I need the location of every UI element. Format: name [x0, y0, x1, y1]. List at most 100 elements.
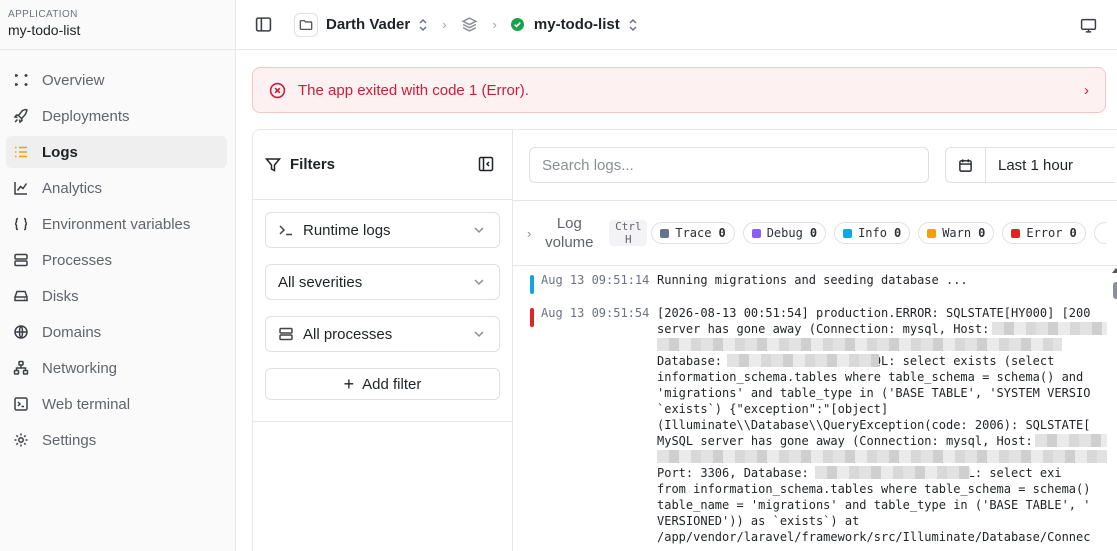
globe-icon [12, 323, 30, 341]
sidebar-item-label: Deployments [42, 107, 130, 125]
log-message-line: MySQL server has gone away (Connection: … [657, 433, 1107, 449]
sidebar: APPLICATION my-todo-list Overview Deploy… [0, 0, 236, 551]
severity-count: 0 [718, 226, 726, 240]
chevron-right-icon: › [442, 17, 447, 32]
redacted-block [657, 338, 1062, 351]
severity-chip-info[interactable]: Info 0 [834, 222, 911, 244]
severity-chip-trace[interactable]: Trace 0 [651, 222, 735, 244]
severity-name: Trace [675, 226, 712, 240]
sidebar-item-label: Logs [42, 143, 78, 161]
app-name: my-todo-list [8, 22, 81, 38]
logs-pane: Last 1 hour › Log volume Ctrl H Trace 0 De… [513, 130, 1117, 551]
sidebar-item-settings[interactable]: Settings [6, 424, 227, 456]
severity-chips: Trace 0 Debug 0 Info 0 Warn 0 Error 0 [651, 222, 1093, 244]
app-root: APPLICATION my-todo-list Overview Deploy… [0, 0, 1117, 551]
main-content: Darth Vader › › my-todo-list The app exi… [236, 0, 1117, 551]
log-message-line: `exists`) {"exception":"[object] [657, 402, 889, 416]
log-volume-toggle[interactable]: Log volume [541, 214, 597, 252]
processes-select[interactable]: All processes [265, 316, 500, 352]
sidebar-toggle-icon[interactable] [254, 16, 272, 34]
filter-icon [265, 157, 281, 172]
severity-chip-debug[interactable]: Debug 0 [742, 222, 827, 244]
chevrons-up-down-icon [418, 18, 428, 32]
error-banner[interactable]: The app exited with code 1 (Error). › [252, 67, 1106, 113]
chevron-right-icon[interactable]: › [527, 226, 531, 241]
redacted-block [657, 450, 1107, 463]
more-chip[interactable] [1093, 222, 1106, 244]
chevron-down-icon [474, 227, 484, 234]
sidebar-item-label: Domains [42, 323, 102, 341]
scroll-up-icon [1112, 268, 1117, 273]
network-icon [12, 359, 30, 377]
log-volume-title-1: Log [556, 215, 582, 232]
log-timestamp: Aug 13 09:51:14 [541, 273, 650, 287]
sidebar-item-disks[interactable]: Disks [6, 280, 227, 312]
log-timestamp: Aug 13 09:51:54 [541, 306, 650, 320]
breadcrumb-app[interactable]: my-todo-list [510, 16, 638, 33]
severity-count: 0 [1069, 226, 1077, 240]
time-range-button[interactable]: Last 1 hour [945, 147, 1115, 183]
sidebar-item-analytics[interactable]: Analytics [6, 172, 227, 204]
severity-swatch [660, 228, 670, 238]
panel-collapse-icon[interactable] [478, 156, 494, 172]
sidebar-item-label: Analytics [42, 179, 103, 197]
sidebar-item-logs[interactable]: Logs [6, 136, 227, 168]
org-name: Darth Vader [326, 16, 411, 33]
runtime-logs-value: Runtime logs [303, 221, 391, 239]
runtime-logs-select[interactable]: Runtime logs [265, 212, 500, 248]
logs-panel: Filters Runtime logs All severities All … [252, 129, 1117, 551]
severity-name: Warn [942, 226, 972, 240]
severity-name: Error [1026, 226, 1063, 240]
calendar-icon [946, 148, 986, 182]
search-input[interactable] [529, 147, 929, 183]
log-severity-bar [530, 275, 534, 294]
filters-header: Filters [253, 130, 512, 200]
sidebar-item-deployments[interactable]: Deployments [6, 100, 227, 132]
scroll-thumb[interactable] [1113, 282, 1117, 299]
app-header[interactable]: APPLICATION my-todo-list [0, 0, 235, 50]
filters-title: Filters [290, 156, 336, 173]
redacted-block [1035, 434, 1107, 447]
list-icon [12, 143, 30, 161]
sidebar-item-domains[interactable]: Domains [6, 316, 227, 348]
log-message-line: Database: , SQL: select exists (select [657, 354, 1055, 368]
redacted-block [727, 354, 879, 367]
app-label: APPLICATION [8, 9, 78, 20]
x-circle-icon [269, 82, 286, 98]
log-severity-bar [530, 308, 534, 327]
severity-chip-warn[interactable]: Warn 0 [918, 222, 995, 244]
log-entry[interactable]: Aug 13 09:51:14 Running migrations and se… [513, 272, 1117, 294]
log-scrollbar[interactable] [1111, 266, 1117, 551]
server-icon [12, 251, 30, 269]
log-list[interactable]: Aug 13 09:51:14 Running migrations and se… [513, 266, 1117, 551]
layers-icon[interactable] [461, 16, 479, 34]
app-name-breadcrumb: my-todo-list [533, 16, 620, 33]
check-circle-icon [510, 18, 524, 31]
filters-body: Runtime logs All severities All processe… [253, 200, 512, 422]
breadcrumb-org[interactable]: Darth Vader [294, 12, 428, 37]
keyboard-shortcut: Ctrl H [609, 220, 648, 246]
monitor-icon[interactable] [1079, 16, 1097, 34]
add-filter-button[interactable]: + Add filter [265, 368, 500, 400]
chart-line-icon [12, 179, 30, 197]
severity-swatch [843, 228, 853, 238]
add-filter-label: Add filter [362, 375, 422, 393]
sidebar-item-overview[interactable]: Overview [6, 64, 227, 96]
log-message-line: , P [657, 337, 1107, 353]
severity-swatch [751, 228, 761, 238]
log-message-line: (Illuminate\\Database\\QueryException(co… [657, 418, 1091, 432]
sidebar-item-label: Environment variables [42, 215, 191, 233]
sidebar-item-web-terminal[interactable]: Web terminal [6, 388, 227, 420]
log-entry[interactable]: Aug 13 09:51:54 [2026-08-13 00:51:54] pro… [513, 305, 1117, 545]
sidebar-item-processes[interactable]: Processes [6, 244, 227, 276]
log-message-line: /app/vendor/laravel/framework/src/Illumi… [657, 530, 1091, 544]
severity-name: Debug [766, 226, 803, 240]
sidebar-item-label: Networking [42, 359, 118, 377]
braces-icon [12, 215, 30, 233]
severity-select[interactable]: All severities [265, 264, 500, 300]
log-message-line: Running migrations and seeding database … [657, 273, 968, 287]
sidebar-item-environment-variables[interactable]: Environment variables [6, 208, 227, 240]
log-message-line: information_schema.tables where table_sc… [657, 370, 1084, 384]
severity-chip-error[interactable]: Error 0 [1002, 222, 1086, 244]
sidebar-item-networking[interactable]: Networking [6, 352, 227, 384]
